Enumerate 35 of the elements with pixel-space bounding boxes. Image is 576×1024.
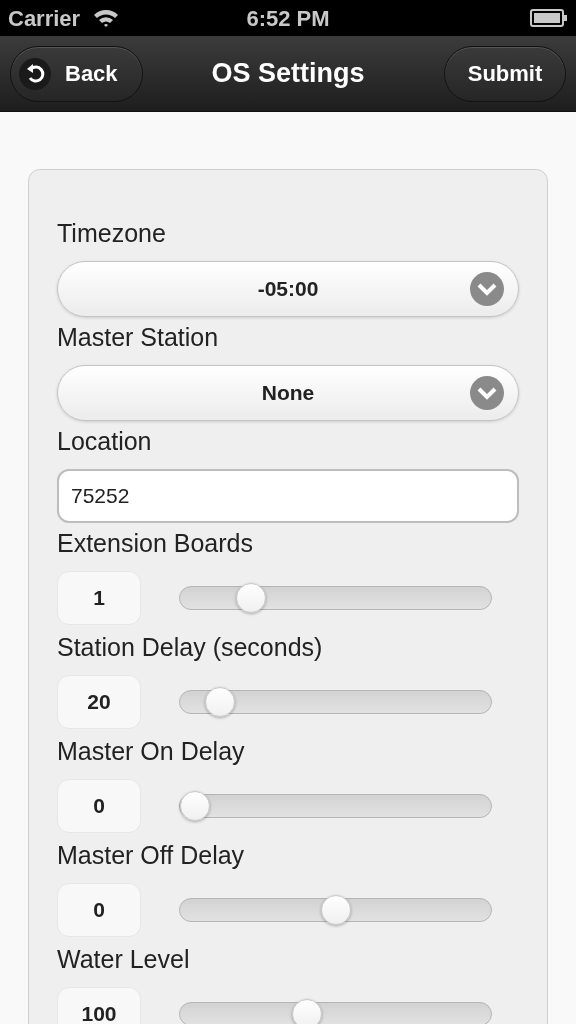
slider-thumb[interactable] <box>205 687 236 717</box>
field-label: Timezone <box>57 219 166 247</box>
back-button[interactable]: Back <box>10 45 143 102</box>
number-input-field[interactable]: 0 <box>57 883 141 937</box>
slider-thumb[interactable] <box>292 999 323 1024</box>
slider-thumb[interactable] <box>180 791 210 821</box>
location-input-field[interactable]: 75252 <box>57 469 519 523</box>
field-label: Extension Boards <box>57 529 253 557</box>
field-label: Location <box>57 427 152 455</box>
field-label: Water Level <box>57 945 190 973</box>
submit-button[interactable]: Submit <box>444 45 566 102</box>
slider-thumb[interactable] <box>236 583 267 613</box>
number-input-field[interactable]: 20 <box>57 675 141 729</box>
field-label: Station Delay (seconds) <box>57 633 323 661</box>
slider-track[interactable] <box>179 586 492 610</box>
slider-track[interactable] <box>179 690 492 714</box>
slider-track[interactable] <box>179 898 492 922</box>
page-title: OS Settings <box>211 57 365 91</box>
dropdown-select[interactable]: -05:00 <box>57 261 519 317</box>
dropdown-select[interactable]: None <box>57 365 519 421</box>
chevron-down-icon <box>470 376 504 410</box>
number-input-field[interactable]: 100 <box>57 987 141 1024</box>
number-input-field[interactable]: 0 <box>57 779 141 833</box>
slider-thumb[interactable] <box>320 895 351 925</box>
chevron-down-icon <box>470 272 504 306</box>
slider-track[interactable] <box>179 794 492 818</box>
carrier-name: Carrier <box>8 4 81 33</box>
wifi-icon <box>92 8 121 28</box>
slider-track[interactable] <box>179 1002 492 1024</box>
field-label: Master On Delay <box>57 737 245 765</box>
field-label: Master Off Delay <box>57 841 245 869</box>
clock-time: 6:52 PM <box>246 4 330 33</box>
number-input-field[interactable]: 1 <box>57 571 141 625</box>
battery-icon <box>530 9 568 27</box>
field-label: Master Station <box>57 323 219 351</box>
